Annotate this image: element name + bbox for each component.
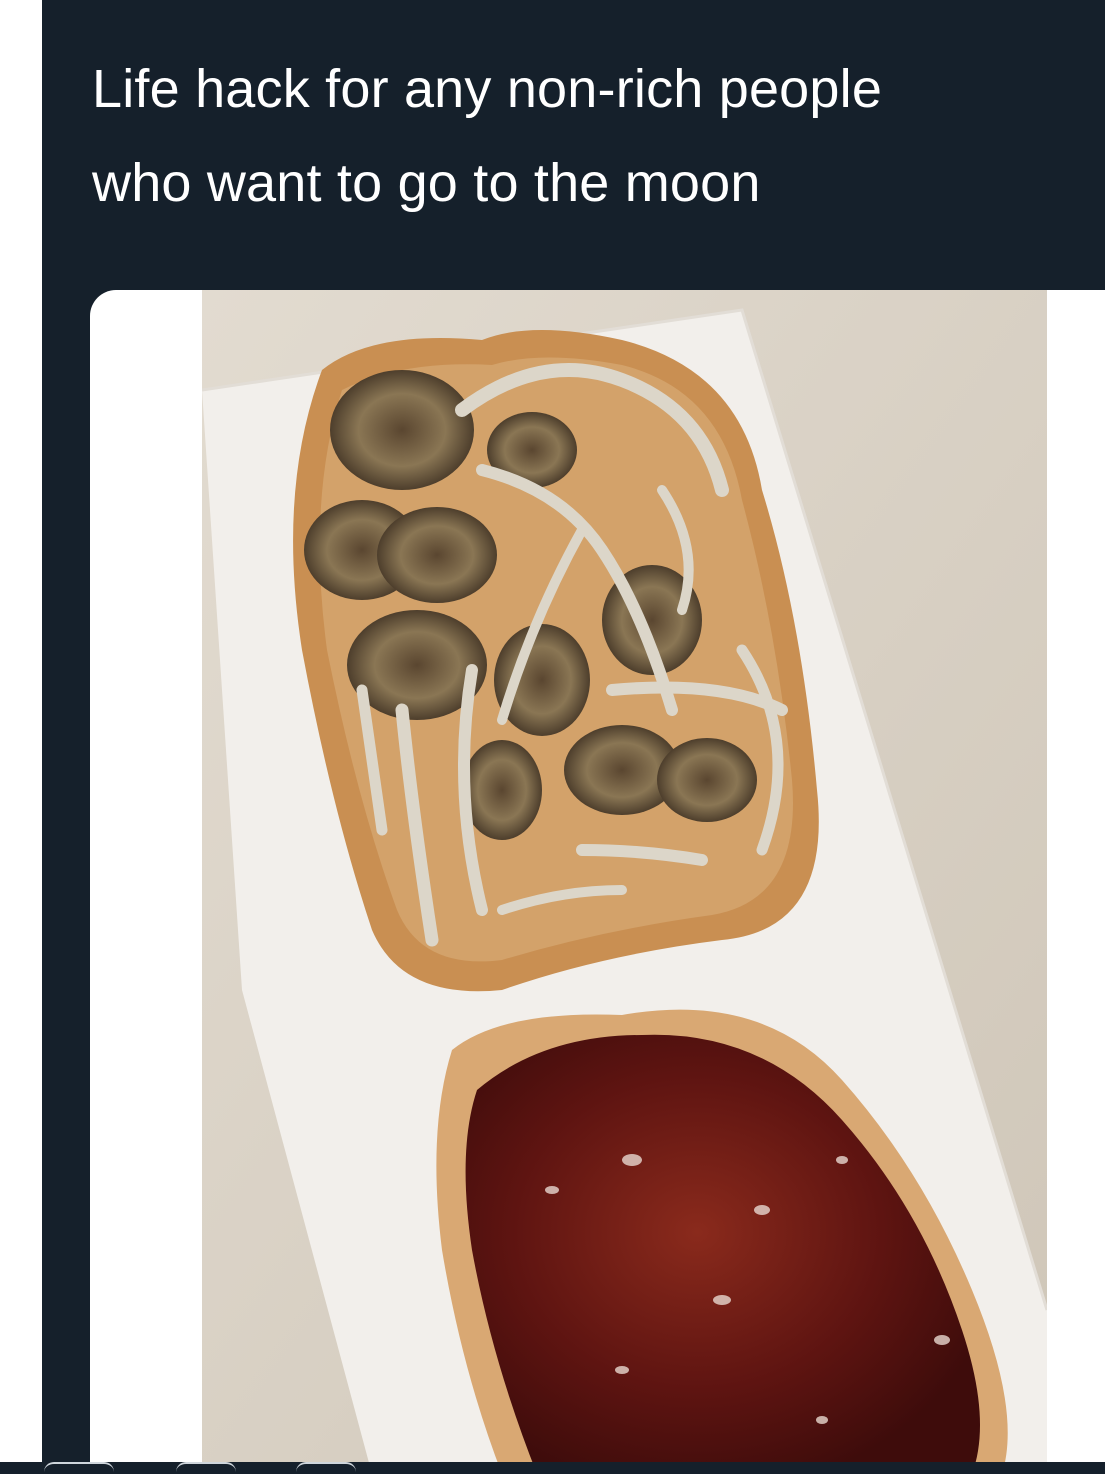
tweet-text: Life hack for any non-rich people who wa… [92, 42, 1092, 230]
tweet-panel: Life hack for any non-rich people who wa… [42, 0, 1105, 1474]
tweet-photo[interactable] [202, 290, 1047, 1474]
tweet-action-bar [0, 1462, 1105, 1474]
tweet-text-line-1: Life hack for any non-rich people [92, 59, 883, 119]
left-margin [0, 0, 42, 1474]
tweet-text-line-2: who want to go to the moon [92, 153, 761, 213]
photo-illustration [202, 290, 1047, 1474]
tweet-media-card[interactable] [90, 290, 1105, 1474]
